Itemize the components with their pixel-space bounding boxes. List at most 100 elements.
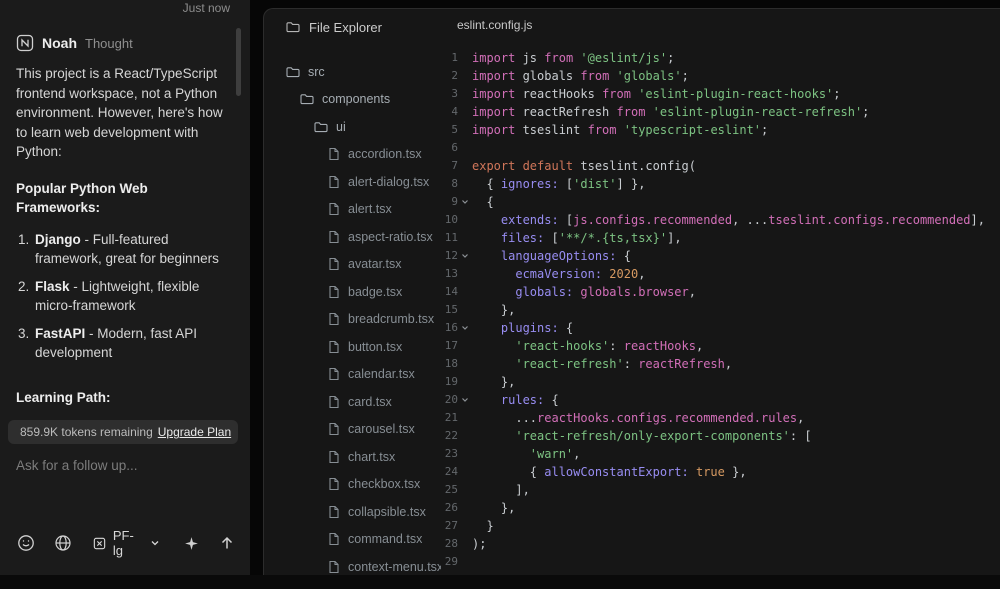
code-line[interactable]: 20 rules: { — [441, 391, 1000, 409]
fold-chevron-icon[interactable] — [458, 198, 472, 206]
message-timestamp: Just now — [183, 1, 230, 15]
framework-list: Django - Full-featured framework, great … — [16, 230, 234, 363]
send-button[interactable] — [219, 534, 236, 552]
tree-file[interactable]: chart.tsx — [264, 443, 441, 471]
code-line[interactable]: 13 ecmaVersion: 2020, — [441, 265, 1000, 283]
tree-file[interactable]: accordion.tsx — [264, 141, 441, 169]
followup-input[interactable]: Ask for a follow up... — [0, 444, 250, 473]
file-icon — [328, 257, 340, 271]
tree-folder[interactable]: ui — [264, 113, 441, 141]
line-number: 15 — [441, 301, 458, 319]
chat-toolbar: PF-lg — [17, 528, 236, 558]
code-line[interactable]: 28); — [441, 535, 1000, 553]
code-text: plugins: { — [472, 319, 573, 337]
code-line[interactable]: 18 'react-refresh': reactRefresh, — [441, 355, 1000, 373]
code-line[interactable]: 29 — [441, 553, 1000, 571]
code-text: languageOptions: { — [472, 247, 631, 265]
file-icon — [328, 532, 340, 546]
line-number: 20 — [441, 391, 458, 409]
code-line[interactable]: 14 globals: globals.browser, — [441, 283, 1000, 301]
emoji-icon[interactable] — [17, 534, 35, 552]
code-line[interactable]: 11 files: ['**/*.{ts,tsx}'], — [441, 229, 1000, 247]
fold-chevron-icon[interactable] — [458, 252, 472, 260]
editor-tab[interactable]: eslint.config.js — [441, 18, 1000, 36]
code-text: 'warn', — [472, 445, 580, 463]
line-number: 25 — [441, 481, 458, 499]
explorer-header: File Explorer — [264, 18, 441, 36]
line-number: 7 — [441, 157, 458, 175]
code-line[interactable]: 24 { allowConstantExport: true }, — [441, 463, 1000, 481]
framework-item: Flask - Lightweight, flexible micro-fram… — [33, 277, 234, 316]
fold-chevron-icon[interactable] — [458, 324, 472, 332]
line-number: 5 — [441, 121, 458, 139]
tree-file[interactable]: badge.tsx — [264, 278, 441, 306]
tree-file[interactable]: context-menu.tsx — [264, 553, 441, 575]
file-tree: srccomponentsuiaccordion.tsxalert-dialog… — [264, 58, 441, 575]
tree-file[interactable]: alert-dialog.tsx — [264, 168, 441, 196]
code-line[interactable]: 1import js from '@eslint/js'; — [441, 49, 1000, 67]
code-text: { ignores: ['dist'] }, — [472, 175, 645, 193]
tree-folder[interactable]: src — [264, 58, 441, 86]
code-line[interactable]: 23 'warn', — [441, 445, 1000, 463]
tree-file[interactable]: breadcrumb.tsx — [264, 306, 441, 334]
tree-file[interactable]: aspect-ratio.tsx — [264, 223, 441, 251]
line-number: 11 — [441, 229, 458, 247]
line-number: 23 — [441, 445, 458, 463]
tree-file[interactable]: card.tsx — [264, 388, 441, 416]
sparkle-icon[interactable] — [183, 534, 200, 552]
code-line[interactable]: 10 extends: [js.configs.recommended, ...… — [441, 211, 1000, 229]
file-explorer: File Explorer srccomponentsuiaccordion.t… — [264, 9, 441, 575]
code-text: ...reactHooks.configs.recommended.rules, — [472, 409, 804, 427]
code-line[interactable]: 19 }, — [441, 373, 1000, 391]
code-line[interactable]: 25 ], — [441, 481, 1000, 499]
tree-file[interactable]: alert.tsx — [264, 196, 441, 224]
code-line[interactable]: 21 ...reactHooks.configs.recommended.rul… — [441, 409, 1000, 427]
tree-file[interactable]: avatar.tsx — [264, 251, 441, 279]
line-number: 10 — [441, 211, 458, 229]
assistant-avatar-icon — [16, 34, 34, 52]
tree-folder[interactable]: components — [264, 86, 441, 114]
code-text: }, — [472, 499, 515, 517]
code-line[interactable]: 8 { ignores: ['dist'] }, — [441, 175, 1000, 193]
tree-file[interactable]: collapsible.tsx — [264, 498, 441, 526]
line-number: 3 — [441, 85, 458, 103]
code-line[interactable]: 27 } — [441, 517, 1000, 535]
chat-panel: Just now Noah Thought This project is a … — [0, 0, 250, 575]
code-line[interactable]: 6 — [441, 139, 1000, 157]
tree-file[interactable]: checkbox.tsx — [264, 471, 441, 499]
thought-label[interactable]: Thought — [85, 36, 133, 51]
tree-label: checkbox.tsx — [348, 477, 420, 491]
code-line[interactable]: 15 }, — [441, 301, 1000, 319]
chat-scrollbar[interactable] — [236, 28, 241, 96]
fold-chevron-icon[interactable] — [458, 396, 472, 404]
code-line[interactable]: 26 }, — [441, 499, 1000, 517]
code-area[interactable]: 1import js from '@eslint/js';2import glo… — [441, 49, 1000, 571]
code-line[interactable]: 9 { — [441, 193, 1000, 211]
code-text: 'react-hooks': reactHooks, — [472, 337, 703, 355]
globe-icon[interactable] — [54, 534, 72, 552]
code-line[interactable]: 17 'react-hooks': reactHooks, — [441, 337, 1000, 355]
line-number: 2 — [441, 67, 458, 85]
file-icon — [328, 367, 340, 381]
tree-file[interactable]: calendar.tsx — [264, 361, 441, 389]
code-line[interactable]: 16 plugins: { — [441, 319, 1000, 337]
model-selector[interactable]: PF-lg — [91, 528, 164, 558]
code-line[interactable]: 4import reactRefresh from 'eslint-plugin… — [441, 103, 1000, 121]
tree-label: collapsible.tsx — [348, 505, 426, 519]
code-line[interactable]: 2import globals from 'globals'; — [441, 67, 1000, 85]
line-number: 18 — [441, 355, 458, 373]
code-line[interactable]: 7export default tseslint.config( — [441, 157, 1000, 175]
code-line[interactable]: 3import reactHooks from 'eslint-plugin-r… — [441, 85, 1000, 103]
code-text: globals: globals.browser, — [472, 283, 696, 301]
file-icon — [328, 175, 340, 189]
code-line[interactable]: 22 'react-refresh/only-export-components… — [441, 427, 1000, 445]
upgrade-plan-link[interactable]: Upgrade Plan — [158, 425, 231, 439]
code-line[interactable]: 5import tseslint from 'typescript-eslint… — [441, 121, 1000, 139]
code-line[interactable]: 12 languageOptions: { — [441, 247, 1000, 265]
tree-file[interactable]: command.tsx — [264, 526, 441, 554]
tree-file[interactable]: carousel.tsx — [264, 416, 441, 444]
code-text: 'react-refresh': reactRefresh, — [472, 355, 732, 373]
line-number: 22 — [441, 427, 458, 445]
file-icon — [328, 560, 340, 574]
tree-file[interactable]: button.tsx — [264, 333, 441, 361]
